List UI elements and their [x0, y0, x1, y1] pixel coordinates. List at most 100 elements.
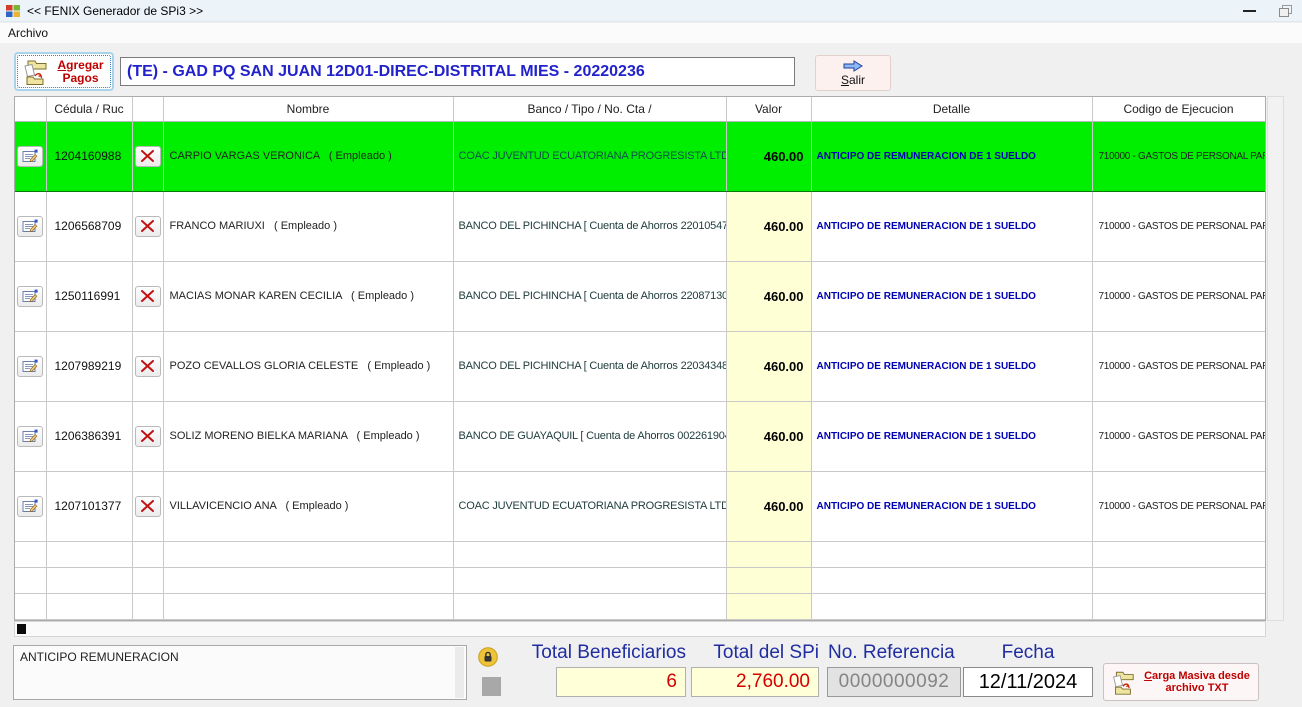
- table-row-empty: [15, 593, 1265, 619]
- delete-cell: [132, 331, 163, 401]
- edit-row-button[interactable]: [17, 216, 43, 237]
- cedula-cell: 1207989219: [46, 331, 132, 401]
- banco-cell: BANCO DEL PICHINCHA [ Cuenta de Ahorros …: [453, 191, 726, 261]
- edit-row-button[interactable]: [17, 426, 43, 447]
- copy-folder-icon: [19, 58, 49, 86]
- delete-x-icon: [141, 360, 154, 372]
- delete-x-icon: [141, 150, 154, 162]
- delete-row-button[interactable]: [135, 286, 161, 307]
- delete-row-button[interactable]: [135, 216, 161, 237]
- total-spi-label: Total del SPi: [691, 642, 819, 664]
- delete-cell: [132, 401, 163, 471]
- banco-cell: COAC JUVENTUD ECUATORIANA PROGRESISTA LT…: [453, 471, 726, 541]
- codigo-cell: 710000 - GASTOS DE PERSONAL PARA INVERSI: [1092, 121, 1265, 191]
- valor-cell: 460.00: [726, 261, 811, 331]
- edit-row-button[interactable]: [17, 146, 43, 167]
- grid-vertical-scrollbar[interactable]: [1267, 96, 1284, 621]
- table-row-empty: [15, 541, 1265, 567]
- codigo-cell: 710000 - GASTOS DE PERSONAL PARA INVERSI: [1092, 261, 1265, 331]
- edit-row-button[interactable]: [17, 356, 43, 377]
- delete-cell: [132, 261, 163, 331]
- cedula-cell: 1206568709: [46, 191, 132, 261]
- edit-form-icon: [22, 499, 38, 513]
- total-beneficiarios-value: 6: [556, 667, 686, 697]
- edit-cell: [15, 121, 46, 191]
- table-row: 1206386391 SOLIZ MORENO BIELKA MARIANA (…: [15, 401, 1265, 471]
- codigo-cell: 710000 - GASTOS DE PERSONAL PARA INVERSI: [1092, 191, 1265, 261]
- valor-cell: 460.00: [726, 121, 811, 191]
- nombre-cell: VILLAVICENCIO ANA ( Empleado ): [163, 471, 453, 541]
- detalle-cell: ANTICIPO DE REMUNERACION DE 1 SUELDO: [811, 191, 1092, 261]
- detalle-cell: ANTICIPO DE REMUNERACION DE 1 SUELDO: [811, 121, 1092, 191]
- cedula-cell: 1206386391: [46, 401, 132, 471]
- delete-x-icon: [141, 500, 154, 512]
- col-header-valor: Valor: [726, 97, 811, 121]
- carga-masiva-button[interactable]: Carga Masiva desde archivo TXT: [1103, 663, 1259, 701]
- delete-cell: [132, 121, 163, 191]
- codigo-cell: 710000 - GASTOS DE PERSONAL PARA INVERSI: [1092, 471, 1265, 541]
- total-beneficiarios-label: Total Beneficiarios: [480, 642, 686, 664]
- banco-cell: BANCO DEL PICHINCHA [ Cuenta de Ahorros …: [453, 331, 726, 401]
- detalle-cell: ANTICIPO DE REMUNERACION DE 1 SUELDO: [811, 471, 1092, 541]
- codigo-cell: 710000 - GASTOS DE PERSONAL PARA INVERSI: [1092, 331, 1265, 401]
- table-row: 1207989219 POZO CEVALLOS GLORIA CELESTE …: [15, 331, 1265, 401]
- fecha-input[interactable]: [963, 667, 1093, 697]
- banco-cell: COAC JUVENTUD ECUATORIANA PROGRESISTA LT…: [453, 121, 726, 191]
- minimize-icon: [1243, 10, 1256, 12]
- delete-x-icon: [141, 430, 154, 442]
- delete-row-button[interactable]: [135, 496, 161, 517]
- cedula-cell: 1204160988: [46, 121, 132, 191]
- horizontal-scroll-thumb[interactable]: [17, 624, 26, 634]
- col-header-edit: [15, 97, 46, 121]
- memo-scrollbar[interactable]: [455, 647, 464, 698]
- agregar-pagos-label: Agregar Pagos: [52, 59, 109, 85]
- salir-button[interactable]: Salir: [815, 55, 891, 91]
- banco-cell: BANCO DE GUAYAQUIL [ Cuenta de Ahorros 0…: [453, 401, 726, 471]
- minimize-button[interactable]: [1232, 0, 1266, 22]
- restore-icon: [1279, 5, 1292, 17]
- payments-grid: Cédula / Ruc Nombre Banco / Tipo / No. C…: [14, 96, 1266, 621]
- grid-horizontal-scrollbar[interactable]: [14, 621, 1266, 637]
- salir-label: Salir: [841, 73, 865, 87]
- banco-cell: BANCO DEL PICHINCHA [ Cuenta de Ahorros …: [453, 261, 726, 331]
- nombre-cell: FRANCO MARIUXI ( Empleado ): [163, 191, 453, 261]
- col-header-nombre: Nombre: [163, 97, 453, 121]
- grid-body: 1204160988 CARPIO VARGAS VERONICA ( Empl…: [15, 121, 1265, 621]
- carga-masiva-label: Carga Masiva desde archivo TXT: [1140, 670, 1254, 694]
- cedula-cell: 1250116991: [46, 261, 132, 331]
- delete-row-button[interactable]: [135, 426, 161, 447]
- valor-cell: 460.00: [726, 471, 811, 541]
- edit-row-button[interactable]: [17, 286, 43, 307]
- col-header-detalle: Detalle: [811, 97, 1092, 121]
- restore-button[interactable]: [1268, 0, 1302, 22]
- grid-header-row: Cédula / Ruc Nombre Banco / Tipo / No. C…: [15, 97, 1265, 121]
- table-row: 1250116991 MACIAS MONAR KAREN CECILIA ( …: [15, 261, 1265, 331]
- agregar-pagos-button[interactable]: Agregar Pagos: [14, 52, 114, 91]
- edit-cell: [15, 191, 46, 261]
- nombre-cell: SOLIZ MORENO BIELKA MARIANA ( Empleado ): [163, 401, 453, 471]
- document-title-input[interactable]: [120, 57, 795, 86]
- nombre-cell: CARPIO VARGAS VERONICA ( Empleado ): [163, 121, 453, 191]
- valor-cell: 460.00: [726, 401, 811, 471]
- menu-item-archivo[interactable]: Archivo: [0, 23, 56, 40]
- edit-form-icon: [22, 219, 38, 233]
- detalle-memo-field[interactable]: ANTICIPO REMUNERACION: [13, 645, 467, 700]
- edit-cell: [15, 331, 46, 401]
- edit-form-icon: [22, 359, 38, 373]
- col-header-banco: Banco / Tipo / No. Cta /: [453, 97, 726, 121]
- edit-form-icon: [22, 289, 38, 303]
- edit-form-icon: [22, 429, 38, 443]
- delete-row-button[interactable]: [135, 146, 161, 167]
- no-referencia-label: No. Referencia: [828, 642, 968, 664]
- valor-cell: 460.00: [726, 191, 811, 261]
- col-header-cedula: Cédula / Ruc: [46, 97, 132, 121]
- gray-square-indicator: [482, 677, 501, 696]
- codigo-cell: 710000 - GASTOS DE PERSONAL PARA INVERSI: [1092, 401, 1265, 471]
- exit-arrow-icon: [842, 59, 864, 73]
- edit-row-button[interactable]: [17, 496, 43, 517]
- delete-row-button[interactable]: [135, 356, 161, 377]
- edit-cell: [15, 471, 46, 541]
- col-header-codigo: Codigo de Ejecucion: [1092, 97, 1265, 121]
- table-row: 1207101377 VILLAVICENCIO ANA ( Empleado …: [15, 471, 1265, 541]
- detalle-cell: ANTICIPO DE REMUNERACION DE 1 SUELDO: [811, 401, 1092, 471]
